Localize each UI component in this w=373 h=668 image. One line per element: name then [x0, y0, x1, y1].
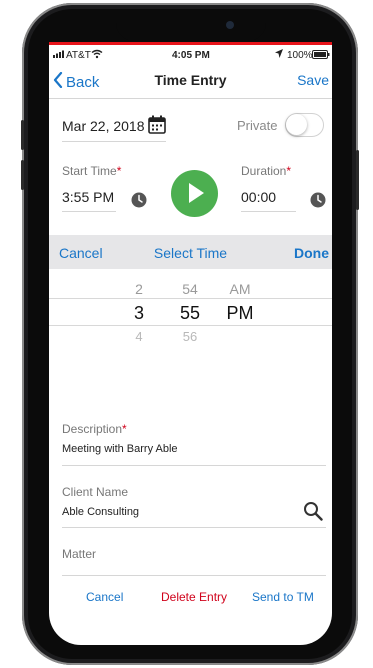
- required-marker: *: [116, 164, 122, 178]
- client-name-label: Client Name: [62, 485, 129, 499]
- hour-option-selected[interactable]: 3: [119, 303, 159, 324]
- nav-divider: [49, 98, 332, 99]
- toggle-knob: [286, 114, 307, 135]
- matter-underline: [62, 575, 326, 576]
- screen: AT&T 4:05 PM 100% Back Time Entry Save M…: [49, 45, 332, 645]
- wheel-selection-bottom: [49, 325, 332, 326]
- picker-title: Select Time: [153, 245, 228, 261]
- description-input[interactable]: Meeting with Barry Able: [62, 443, 178, 455]
- wifi-icon: [91, 49, 103, 62]
- required-marker: *: [286, 164, 292, 178]
- duration-label-text: Duration: [241, 164, 287, 178]
- navigation-bar: Back Time Entry Save: [49, 64, 332, 98]
- wheel-selection-top: [49, 298, 332, 299]
- am-option[interactable]: AM: [220, 281, 260, 297]
- duration-label: Duration*: [241, 164, 291, 178]
- duration-underline: [241, 211, 296, 212]
- picker-toolbar: Cancel Select Time Done: [49, 235, 332, 269]
- play-timer-button[interactable]: [171, 170, 218, 217]
- status-time: 4:05 PM: [172, 50, 210, 61]
- clock-icon[interactable]: [131, 192, 147, 213]
- private-label: Private: [237, 118, 278, 133]
- cancel-button[interactable]: Cancel: [86, 590, 123, 604]
- clock-icon[interactable]: [310, 192, 326, 213]
- send-to-tm-button[interactable]: Send to TM: [252, 590, 314, 604]
- hour-option[interactable]: 2: [119, 281, 159, 297]
- description-underline: [62, 465, 326, 466]
- date-underline: [62, 141, 166, 142]
- volume-down-button: [21, 160, 24, 190]
- side-button: [356, 150, 359, 210]
- minute-option[interactable]: 54: [170, 281, 210, 297]
- matter-label: Matter: [62, 547, 97, 561]
- date-value[interactable]: Mar 22, 2018: [62, 118, 145, 134]
- required-marker: *: [122, 422, 127, 436]
- pm-option-selected[interactable]: PM: [220, 303, 260, 324]
- notch: [116, 11, 266, 41]
- carrier-label: AT&T: [66, 50, 91, 61]
- start-time-value[interactable]: 3:55 PM: [62, 189, 114, 205]
- private-toggle[interactable]: [285, 113, 324, 137]
- picker-done-button[interactable]: Done: [294, 245, 329, 261]
- save-button[interactable]: Save: [297, 72, 329, 88]
- battery-icon: [312, 50, 330, 62]
- hour-option[interactable]: 4: [119, 329, 159, 344]
- page-title: Time Entry: [154, 72, 227, 88]
- volume-up-button: [21, 120, 24, 150]
- minute-option[interactable]: 56: [170, 329, 210, 344]
- delete-entry-button[interactable]: Delete Entry: [161, 590, 227, 604]
- start-time-underline: [62, 211, 116, 212]
- signal-icon: [53, 50, 67, 61]
- calendar-icon[interactable]: [148, 115, 166, 139]
- start-time-label-text: Start Time: [62, 164, 117, 178]
- minute-option-selected[interactable]: 55: [170, 303, 210, 324]
- client-name-underline: [62, 527, 326, 528]
- battery-percent: 100%: [287, 50, 313, 61]
- duration-value[interactable]: 00:00: [241, 189, 276, 205]
- description-label: Description*: [62, 422, 127, 436]
- client-name-input[interactable]: Able Consulting: [62, 506, 139, 518]
- description-label-text: Description: [62, 422, 123, 436]
- search-icon[interactable]: [303, 501, 323, 526]
- front-camera: [226, 21, 234, 29]
- location-icon: [275, 49, 283, 61]
- start-time-label: Start Time*: [62, 164, 121, 178]
